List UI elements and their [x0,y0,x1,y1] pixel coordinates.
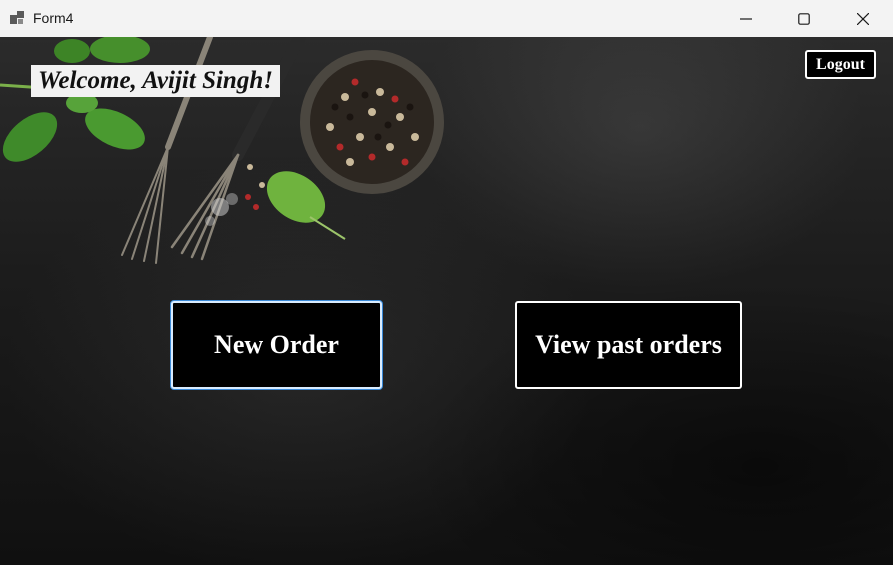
maximize-button[interactable] [775,0,833,37]
view-past-orders-button[interactable]: View past orders [515,301,742,389]
maximize-icon [798,12,810,25]
background-image [0,37,444,264]
app-icon [10,11,24,24]
welcome-label: Welcome, Avijit Singh! [31,65,280,97]
logout-button[interactable]: Logout [805,50,876,79]
minimize-icon [740,17,752,20]
close-button[interactable] [834,0,892,37]
title-bar: Form4 [0,0,893,37]
form-client-area: Welcome, Avijit Singh! Logout New Order … [0,37,893,565]
salt-decoration [205,193,238,226]
window-title: Form4 [33,10,74,26]
close-icon [857,12,869,25]
minimize-button[interactable] [717,0,775,37]
new-order-button[interactable]: New Order [171,301,382,389]
